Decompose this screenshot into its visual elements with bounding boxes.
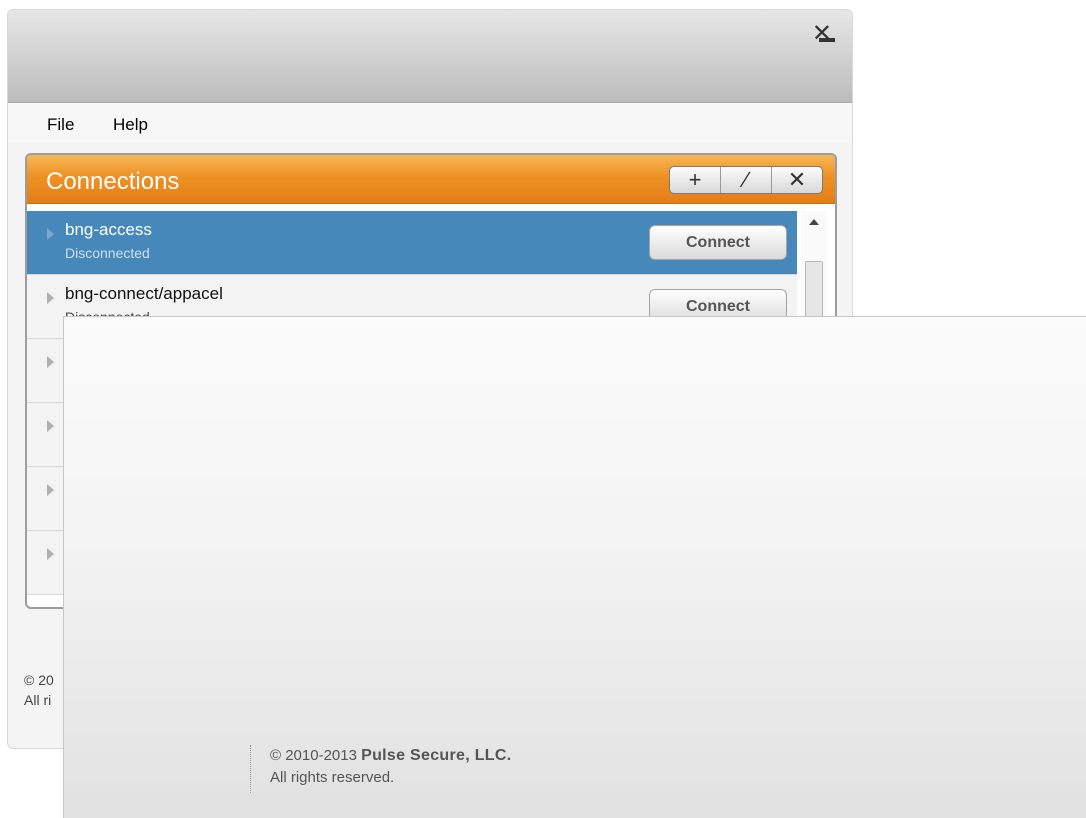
connection-actions: + ∕ ✕: [669, 166, 823, 194]
copyright-years: © 2010-2013: [270, 747, 357, 764]
connection-row-bng-access[interactable]: bng-access Disconnected Connect: [27, 211, 797, 275]
splash-divider: [250, 745, 251, 793]
expand-arrow-icon[interactable]: [47, 420, 54, 432]
add-connection-button[interactable]: +: [670, 167, 720, 193]
expand-arrow-icon[interactable]: [47, 484, 54, 496]
title-bar: ✕: [8, 10, 852, 103]
connection-status: Disconnected: [65, 245, 150, 261]
connections-title: Connections: [46, 168, 180, 195]
expand-arrow-icon[interactable]: [47, 548, 54, 560]
connections-header: Connections + ∕ ✕: [27, 155, 835, 204]
menu-file[interactable]: File: [47, 115, 74, 135]
back-copyright: © 20: [24, 672, 54, 688]
expand-arrow-icon[interactable]: [47, 228, 54, 240]
expand-arrow-icon[interactable]: [47, 356, 54, 368]
expand-arrow-icon[interactable]: [47, 292, 54, 304]
menu-bar: File Help: [8, 103, 852, 143]
splash-copyright-block: © 2010-2013 Pulse Secure, LLC. All right…: [270, 747, 511, 786]
menu-help[interactable]: Help: [113, 115, 148, 135]
splash-window: © 2010-2013 Pulse Secure, LLC. All right…: [63, 316, 1086, 818]
back-rights: All ri: [24, 692, 52, 708]
splash-copyright-line: © 2010-2013 Pulse Secure, LLC.: [270, 747, 511, 769]
connect-button[interactable]: Connect: [649, 225, 787, 260]
company-name: Pulse Secure, LLC.: [361, 747, 512, 764]
connection-name: bng-connect/appacel: [65, 284, 223, 303]
edit-connection-button[interactable]: ∕: [720, 167, 771, 193]
window-close-button[interactable]: ✕: [812, 22, 832, 46]
rights-reserved: All rights reserved.: [270, 769, 395, 786]
back-footer: © 20 All ri: [24, 670, 54, 710]
delete-connection-button[interactable]: ✕: [771, 167, 822, 193]
scroll-up-icon[interactable]: [809, 219, 819, 225]
scroll-thumb[interactable]: [805, 261, 823, 323]
connection-name: bng-access: [65, 220, 152, 239]
